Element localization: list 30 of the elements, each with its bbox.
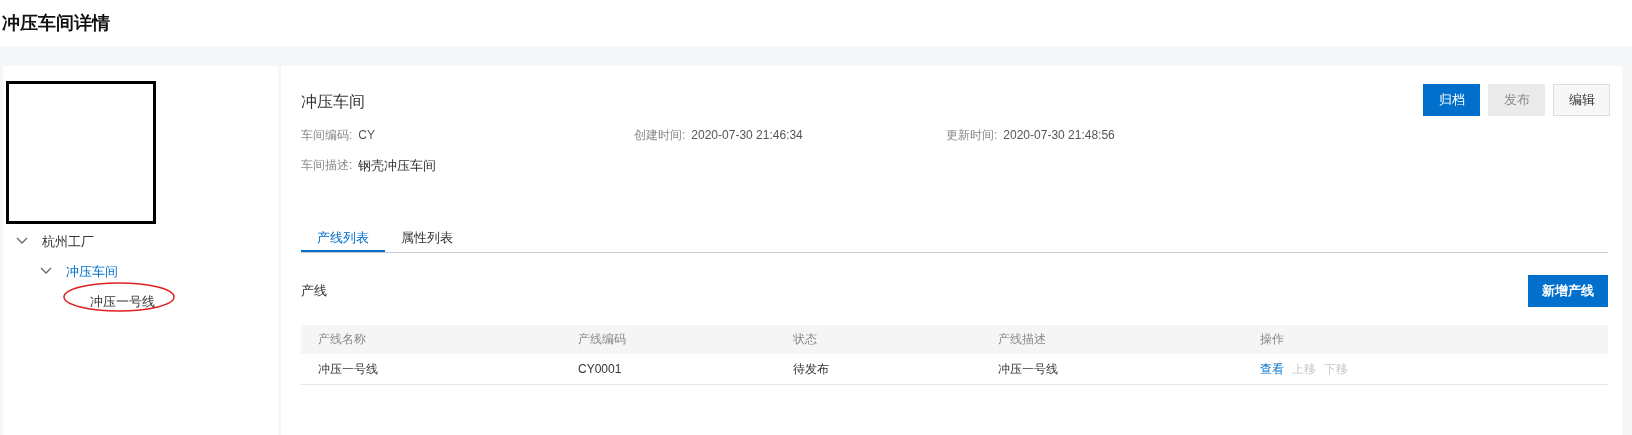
column-header: 产线编码 bbox=[578, 332, 626, 346]
field-label: 车间描述: bbox=[301, 157, 353, 174]
table-cell: 冲压一号线 bbox=[998, 361, 1058, 376]
section-title: 产线 bbox=[301, 281, 327, 300]
tab[interactable]: 属性列表 bbox=[385, 225, 469, 252]
tab[interactable]: 产线列表 bbox=[301, 225, 385, 252]
field-value: CY bbox=[358, 127, 375, 144]
add-line-button[interactable]: 新增产线 bbox=[1528, 274, 1608, 307]
table-cell: CY0001 bbox=[578, 361, 622, 376]
column-header: 产线描述 bbox=[998, 332, 1046, 346]
field-value: 2020-07-30 21:46:34 bbox=[691, 127, 803, 144]
action-button[interactable]: 归档 bbox=[1423, 84, 1480, 116]
row-action-link[interactable]: 查看 bbox=[1260, 359, 1284, 378]
chevron-down-icon[interactable] bbox=[40, 267, 52, 275]
tree-item[interactable]: 杭州工厂 bbox=[42, 234, 94, 249]
table-cell: 待发布 bbox=[793, 361, 829, 376]
column-header: 产线名称 bbox=[318, 332, 366, 346]
action-button[interactable]: 编辑 bbox=[1553, 84, 1610, 116]
table-cell: 冲压一号线 bbox=[318, 361, 378, 376]
page-title: 冲压车间详情 bbox=[2, 11, 110, 35]
detail-title: 冲压车间 bbox=[301, 92, 365, 112]
chevron-down-icon[interactable] bbox=[16, 237, 28, 245]
field-value: 钢壳冲压车间 bbox=[358, 157, 437, 175]
field-label: 更新时间: bbox=[946, 127, 998, 144]
column-header: 操作 bbox=[1260, 332, 1284, 346]
field-label: 车间编码: bbox=[301, 127, 353, 144]
tree-item[interactable]: 冲压车间 bbox=[66, 264, 118, 279]
column-header: 状态 bbox=[793, 332, 817, 346]
field-value: 2020-07-30 21:48:56 bbox=[1003, 127, 1115, 144]
field-label: 创建时间: bbox=[634, 127, 686, 144]
